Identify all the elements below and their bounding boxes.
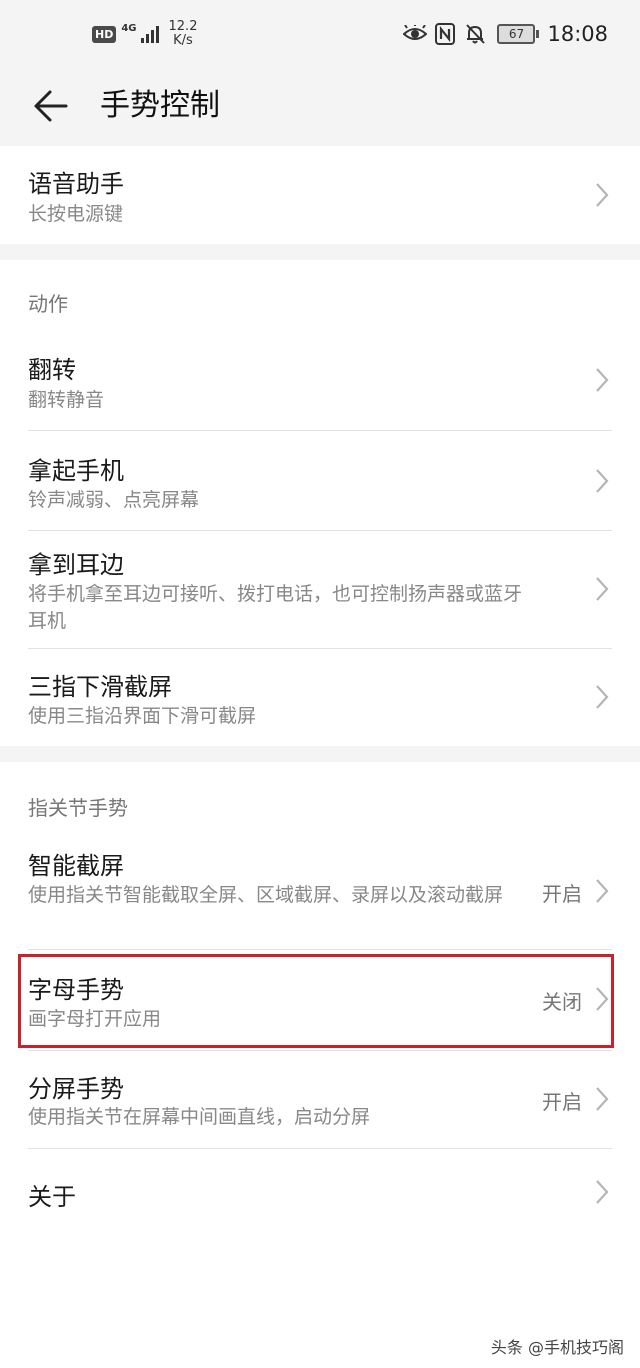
bell-off-icon — [463, 22, 487, 46]
highlight-box — [18, 954, 614, 1048]
speed-unit: K/s — [173, 33, 193, 48]
item-subtitle: 翻转静音 — [28, 389, 105, 411]
page-title: 手势控制 — [100, 88, 220, 123]
chevron-right-icon — [596, 577, 609, 601]
status-left: HD 4G 12.2 K/s — [92, 20, 197, 48]
settings-item-voice-assistant[interactable]: 语音助手 长按电源键 — [0, 146, 640, 244]
chevron-right-icon — [596, 879, 609, 903]
arrow-left-icon — [34, 90, 68, 122]
chevron-right-icon — [596, 368, 609, 392]
item-title: 三指下滑截屏 — [28, 673, 172, 701]
network-speed: 12.2 K/s — [169, 20, 198, 48]
item-subtitle: 将手机拿至耳边可接听、拨打电话，也可控制扬声器或蓝牙耳机 — [28, 583, 523, 632]
speed-value: 12.2 — [168, 19, 198, 34]
settings-item-smart-screenshot[interactable]: 智能截屏 使用指关节智能截取全屏、区域截屏、录屏以及滚动截屏 开启 — [0, 832, 640, 949]
item-title: 智能截屏 — [28, 852, 124, 880]
item-title: 关于 — [28, 1183, 76, 1211]
item-subtitle: 铃声减弱、点亮屏幕 — [28, 489, 200, 511]
chevron-right-icon — [596, 1180, 609, 1204]
settings-card-knuckle: 指关节手势 智能截屏 使用指关节智能截取全屏、区域截屏、录屏以及滚动截屏 开启 … — [0, 762, 640, 1368]
item-title: 拿起手机 — [28, 457, 124, 485]
back-button[interactable] — [28, 84, 72, 128]
settings-item-pickup[interactable]: 拿起手机 铃声减弱、点亮屏幕 — [0, 431, 640, 530]
status-bar: HD 4G 12.2 K/s 67 18:08 — [0, 0, 640, 76]
hd-badge: HD — [92, 25, 117, 43]
item-subtitle: 使用指关节智能截取全屏、区域截屏、录屏以及滚动截屏 — [28, 884, 504, 906]
item-title: 分屏手势 — [28, 1075, 124, 1103]
status-right: 67 18:08 — [397, 22, 608, 46]
item-title: 拿到耳边 — [28, 551, 124, 579]
item-title: 语音助手 — [28, 170, 124, 198]
item-title: 翻转 — [28, 356, 76, 384]
chevron-right-icon — [596, 183, 609, 207]
item-subtitle: 使用三指沿界面下滑可截屏 — [28, 705, 257, 727]
item-subtitle: 长按电源键 — [28, 203, 124, 225]
chevron-right-icon — [596, 1087, 609, 1111]
battery-indicator: 67 — [497, 24, 540, 44]
settings-item-split-screen-gesture[interactable]: 分屏手势 使用指关节在屏幕中间画直线，启动分屏 开启 — [0, 1051, 640, 1148]
nfc-icon — [433, 22, 457, 46]
signal-icon — [139, 25, 159, 43]
network-type: 4G — [121, 22, 137, 34]
settings-item-raise-to-ear[interactable]: 拿到耳边 将手机拿至耳边可接听、拨打电话，也可控制扬声器或蓝牙耳机 — [0, 531, 640, 648]
section-header-actions: 动作 — [28, 292, 68, 316]
chevron-right-icon — [596, 685, 609, 709]
clock: 18:08 — [547, 22, 608, 46]
watermark: 头条 @手机技巧阁 — [490, 1338, 624, 1357]
item-subtitle: 使用指关节在屏幕中间画直线，启动分屏 — [28, 1106, 371, 1128]
settings-item-about[interactable]: 关于 — [0, 1149, 640, 1235]
app-bar: 手势控制 — [0, 76, 640, 142]
settings-item-flip[interactable]: 翻转 翻转静音 — [0, 330, 640, 430]
settings-card-voice: 语音助手 长按电源键 — [0, 146, 640, 244]
item-status: 开启 — [542, 1090, 582, 1114]
section-header-knuckle: 指关节手势 — [28, 796, 128, 820]
eye-comfort-icon — [403, 22, 428, 46]
item-status: 开启 — [542, 882, 582, 906]
chevron-right-icon — [596, 469, 609, 493]
settings-item-three-finger-screenshot[interactable]: 三指下滑截屏 使用三指沿界面下滑可截屏 — [0, 649, 640, 746]
settings-card-actions: 动作 翻转 翻转静音 拿起手机 铃声减弱、点亮屏幕 拿到耳边 将手机拿至耳边可接… — [0, 260, 640, 746]
